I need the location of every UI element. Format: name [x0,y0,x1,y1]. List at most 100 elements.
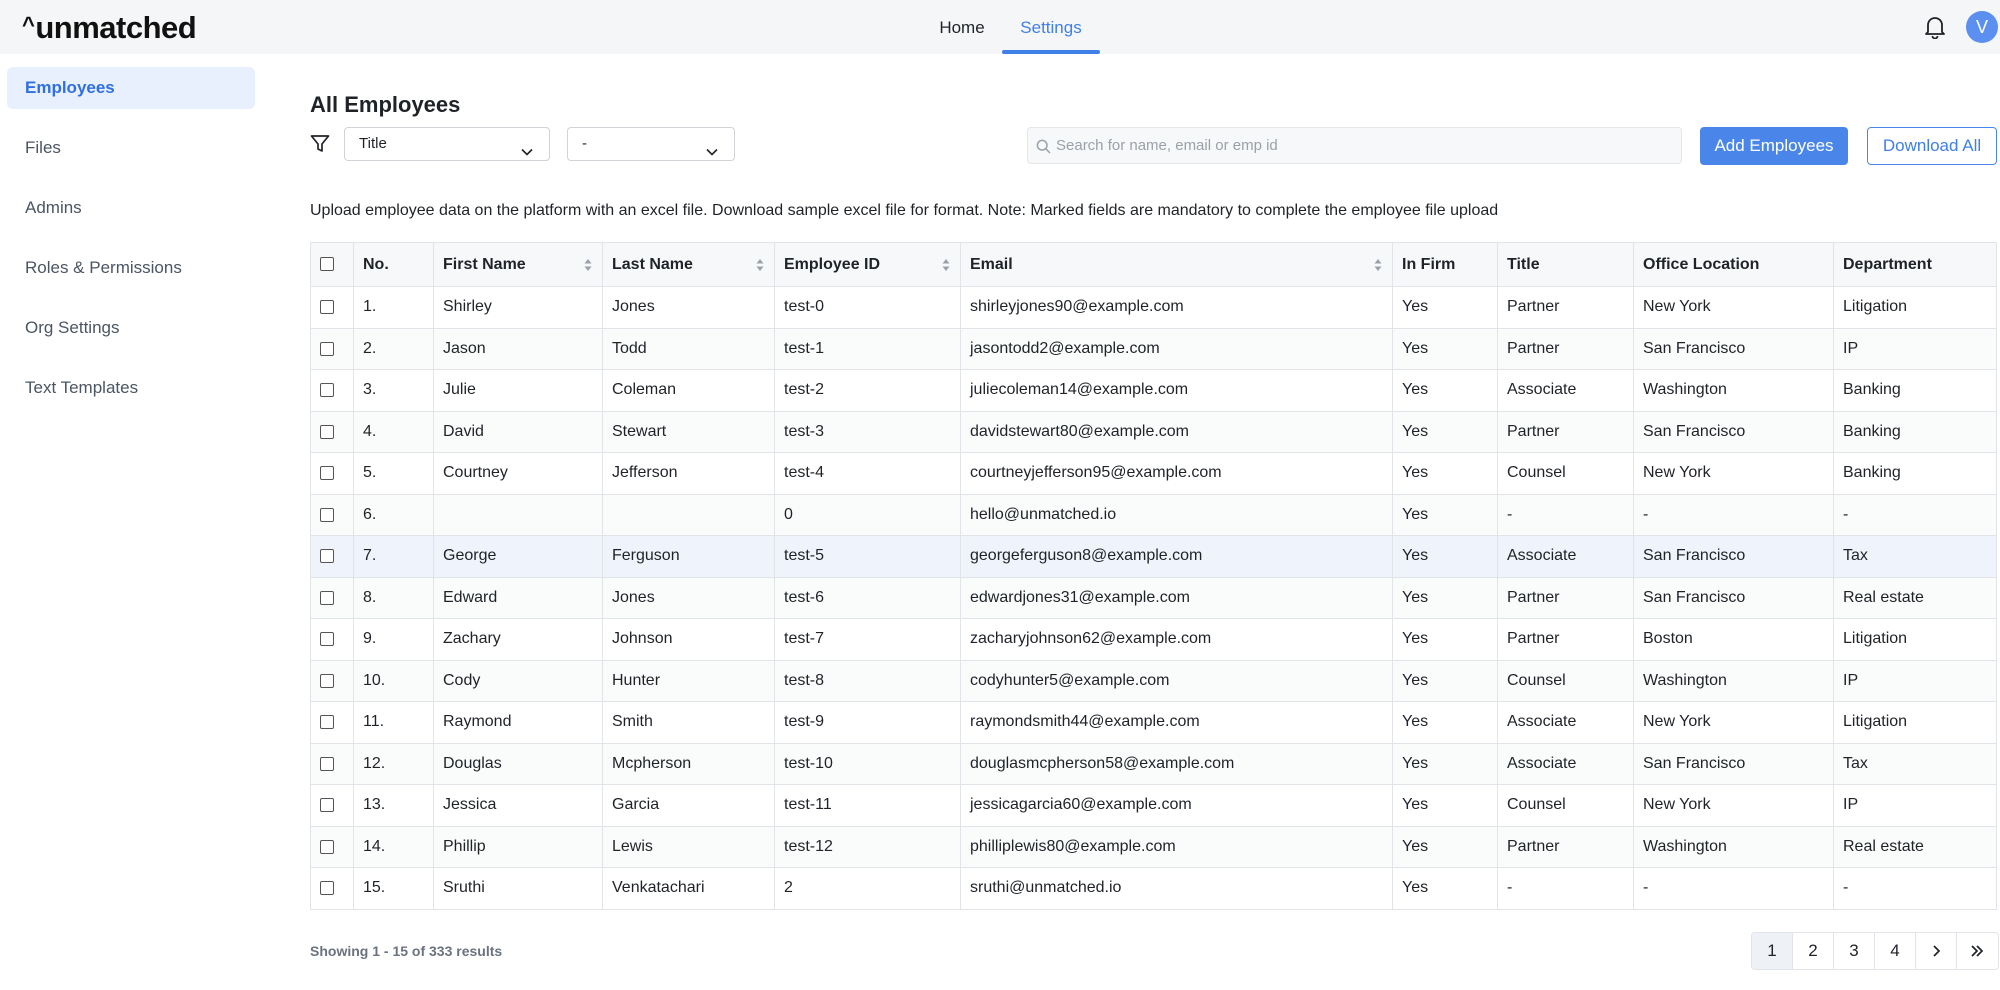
cell-employee-id: test-5 [774,535,961,578]
column-header-in-firm: In Firm [1392,242,1498,287]
table-row[interactable]: 1. Shirley Jones test-0 shirleyjones90@examp… [310,286,1997,329]
table-row[interactable]: 13. Jessica Garcia test-11 jessicagarcia60@e… [310,784,1997,827]
select-all-checkbox[interactable] [320,257,334,272]
row-select-cell [310,452,354,495]
row-checkbox[interactable] [320,673,334,688]
cell-email: jessicagarcia60@example.com [960,784,1393,827]
page-2-button[interactable]: 2 [1793,933,1834,969]
filter-icon[interactable] [310,134,330,154]
column-header-email[interactable]: Email [960,242,1393,287]
table-row[interactable]: 15. Sruthi Venkatachari 2 sruthi@unmatched.i… [310,867,1997,910]
cell-department: Banking [1833,410,1997,453]
cell-in-firm: Yes [1392,535,1498,578]
cell-email: raymondsmith44@example.com [960,701,1393,744]
row-select-cell [310,659,354,702]
cell-title: - [1497,493,1634,536]
cell-department: Litigation [1833,701,1997,744]
cell-email: zacharyjohnson62@example.com [960,618,1393,661]
row-checkbox[interactable] [320,715,334,730]
row-checkbox[interactable] [320,590,334,605]
row-checkbox[interactable] [320,839,334,854]
search-input[interactable] [1056,128,1676,163]
cell-office-location: San Francisco [1633,742,1834,785]
cell-email: douglasmcpherson58@example.com [960,742,1393,785]
download-all-button[interactable]: Download All [1867,127,1997,165]
table-row[interactable]: 12. Douglas Mcpherson test-10 douglasmcphers… [310,742,1997,785]
cell-office-location: New York [1633,286,1834,329]
column-header-no: No. [353,242,434,287]
table-row[interactable]: 11. Raymond Smith test-9 raymondsmith44@exam… [310,701,1997,744]
cell-email: sruthi@unmatched.io [960,867,1393,910]
cell-title: Counsel [1497,784,1634,827]
filter-field-select[interactable]: Title [344,127,550,161]
sidebar-item-files[interactable]: Files [7,127,255,169]
cell-employee-id: test-6 [774,576,961,619]
row-checkbox[interactable] [320,300,334,315]
table-row[interactable]: 2. Jason Todd test-1 jasontodd2@example.com Y… [310,327,1997,370]
cell-employee-id: test-4 [774,452,961,495]
row-checkbox[interactable] [320,424,334,439]
sidebar-item-roles-permissions[interactable]: Roles & Permissions [7,247,255,289]
table-row[interactable]: 3. Julie Coleman test-2 juliecoleman14@examp… [310,369,1997,412]
row-checkbox[interactable] [320,383,334,398]
row-checkbox[interactable] [320,798,334,813]
app-logo[interactable]: ^unmatched [22,10,197,46]
cell-row-number: 5. [353,452,434,495]
cell-row-number: 2. [353,327,434,370]
nav-home[interactable]: Home [932,0,992,54]
row-select-cell [310,493,354,536]
sidebar-item-admins[interactable]: Admins [7,187,255,229]
cell-row-number: 11. [353,701,434,744]
table-row[interactable]: 4. David Stewart test-3 davidstewart80@examp… [310,410,1997,453]
cell-last-name: Ferguson [602,535,775,578]
top-bar: ^unmatched Home Settings V [0,0,2000,54]
column-header-last-name[interactable]: Last Name [602,242,775,287]
row-checkbox[interactable] [320,341,334,356]
column-header-first-name[interactable]: First Name [433,242,603,287]
row-checkbox[interactable] [320,507,334,522]
last-page-button[interactable] [1957,933,1998,969]
cell-in-firm: Yes [1392,286,1498,329]
cell-last-name: Stewart [602,410,775,453]
page-1-button[interactable]: 1 [1752,933,1793,969]
table-row[interactable]: 6. 0 hello@unmatched.io Yes - - - [310,493,1997,536]
row-select-cell [310,535,354,578]
avatar[interactable]: V [1966,11,1998,43]
table-row[interactable]: 9. Zachary Johnson test-7 zacharyjohnson62@e… [310,618,1997,661]
cell-in-firm: Yes [1392,410,1498,453]
row-checkbox[interactable] [320,466,334,481]
column-header-employee-id[interactable]: Employee ID [774,242,961,287]
sidebar-item-employees[interactable]: Employees [7,67,255,109]
cell-employee-id: 0 [774,493,961,536]
cell-row-number: 1. [353,286,434,329]
cell-in-firm: Yes [1392,618,1498,661]
cell-employee-id: test-2 [774,369,961,412]
table-row[interactable]: 8. Edward Jones test-6 edwardjones31@example… [310,576,1997,619]
nav-settings[interactable]: Settings [1002,0,1100,54]
column-header-title: Title [1497,242,1634,287]
cell-office-location: New York [1633,784,1834,827]
table-row[interactable]: 5. Courtney Jefferson test-4 courtneyjeffers… [310,452,1997,495]
sidebar-item-text-templates[interactable]: Text Templates [7,367,255,409]
table-row[interactable]: 7. George Ferguson test-5 georgeferguson8@ex… [310,535,1997,578]
row-checkbox[interactable] [320,549,334,564]
cell-first-name: Courtney [433,452,603,495]
row-checkbox[interactable] [320,881,334,896]
row-checkbox[interactable] [320,756,334,771]
table-row[interactable]: 14. Phillip Lewis test-12 philliplewis80@exa… [310,825,1997,868]
page-4-button[interactable]: 4 [1875,933,1916,969]
row-checkbox[interactable] [320,632,334,647]
cell-department: Tax [1833,742,1997,785]
cell-title: Associate [1497,369,1634,412]
bell-icon[interactable] [1924,15,1946,40]
next-page-button[interactable] [1916,933,1957,969]
page-title: All Employees [310,92,461,117]
filter-value-select[interactable]: - [567,127,735,161]
add-employees-button[interactable]: Add Employees [1700,127,1848,165]
table-row[interactable]: 10. Cody Hunter test-8 codyhunter5@example.c… [310,659,1997,702]
sidebar-item-org-settings[interactable]: Org Settings [7,307,255,349]
cell-employee-id: test-9 [774,701,961,744]
sort-icon [584,259,592,271]
cell-title: Counsel [1497,659,1634,702]
page-3-button[interactable]: 3 [1834,933,1875,969]
